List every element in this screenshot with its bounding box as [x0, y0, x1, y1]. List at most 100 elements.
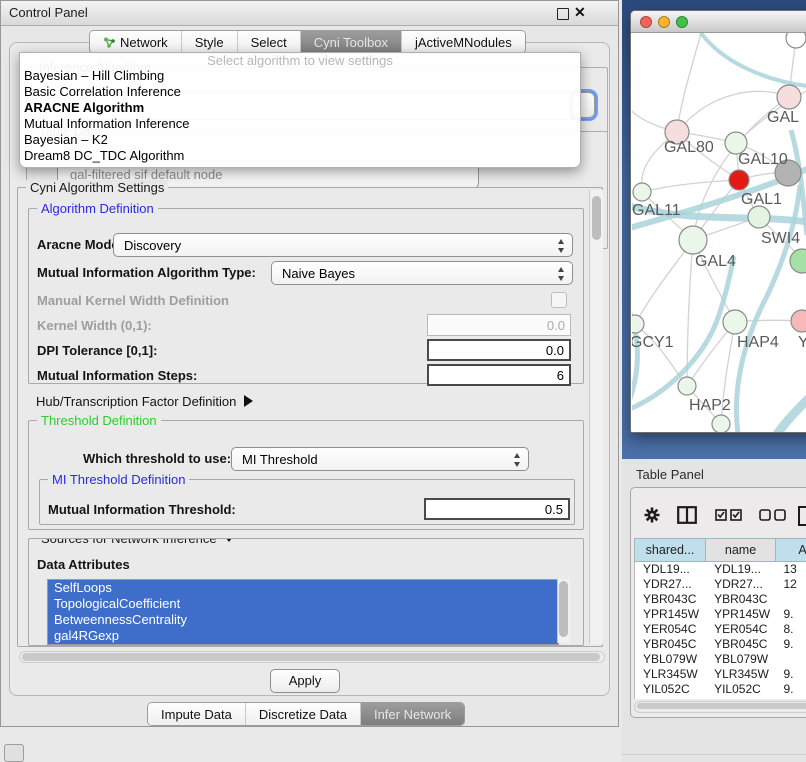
manual-kernel-checkbox[interactable] [551, 292, 567, 308]
scrollbar-thumb[interactable] [592, 196, 601, 240]
combo-arrows-icon [557, 267, 565, 281]
table-cell: YPR145W [706, 607, 775, 622]
network-node-swi4[interactable] [748, 206, 770, 228]
algorithm-option-bayesian-k2[interactable]: Bayesian – K2 [20, 132, 580, 148]
minimize-traffic-light-icon[interactable] [658, 16, 670, 28]
expand-right-icon[interactable] [244, 395, 253, 407]
tab-style[interactable]: Style [181, 31, 237, 53]
table-cell: YLR345W [706, 667, 775, 682]
network-edge[interactable] [635, 240, 693, 324]
table-row[interactable]: YBL079WYBL079W [635, 652, 806, 667]
attribute-item-gal4rgexp[interactable]: gal4RGexp [48, 628, 558, 644]
table-cell: YBL079W [706, 652, 775, 667]
network-node-hap2[interactable] [678, 377, 696, 395]
table-row[interactable]: YBR045CYBR045C9. [635, 637, 806, 652]
algorithm-option-mutual-information-inference[interactable]: Mutual Information Inference [20, 116, 580, 132]
tab-infer-network[interactable]: Infer Network [360, 703, 464, 725]
scrollbar-thumb[interactable] [22, 653, 600, 661]
tab-label: Style [195, 35, 224, 50]
attributes-scrollbar[interactable] [557, 579, 570, 643]
document-icon[interactable] [797, 506, 806, 526]
table-row[interactable]: YIL052CYIL052C9. [635, 682, 806, 697]
table-row[interactable]: YER054CYER054C8. [635, 622, 806, 637]
algorithm-option-aracne-algorithm[interactable]: ARACNE Algorithm [20, 100, 580, 116]
collapse-down-icon[interactable] [223, 538, 235, 542]
network-node-gal4[interactable] [679, 226, 707, 254]
network-view-window[interactable]: GALGAL80GAL10GAL1GAL11SWI4GAL4GCY1HAP4YH… [630, 10, 806, 433]
table-row[interactable]: YDR27...YDR27...12 [635, 577, 806, 592]
table-row[interactable]: YPR145WYPR145W9. [635, 607, 806, 622]
table-row[interactable]: YLR345WYLR345W9. [635, 667, 806, 682]
data-attributes-label: Data Attributes [37, 557, 130, 572]
network-graph[interactable]: GALGAL80GAL10GAL1GAL11SWI4GAL4GCY1HAP4YH… [632, 33, 806, 432]
select-all-icon[interactable] [715, 509, 743, 521]
network-node-gal11[interactable] [633, 183, 651, 201]
network-edge[interactable] [677, 33, 701, 132]
combo-arrows-icon [557, 239, 565, 253]
tab-impute-data[interactable]: Impute Data [148, 703, 245, 725]
network-node-gal[interactable] [777, 85, 801, 109]
table-row[interactable]: YBR043CYBR043C [635, 592, 806, 607]
mi-threshold-field[interactable] [424, 498, 570, 520]
data-attributes-list[interactable]: SelfLoopsTopologicalCoefficientBetweenne… [47, 579, 559, 645]
aracne-mode-combobox[interactable]: Discovery [113, 233, 573, 257]
network-node-y[interactable] [791, 310, 806, 332]
apply-button[interactable]: Apply [270, 669, 340, 693]
mi-steps-field[interactable] [427, 364, 571, 386]
table-row[interactable]: YDL19...YDL19...13 [635, 562, 806, 577]
control-panel-window: Control Panel ✕ Inference Algorithm Tabl… [0, 0, 619, 727]
column-header-a[interactable]: A [776, 538, 806, 562]
column-header-name[interactable]: name [706, 538, 776, 562]
float-window-icon[interactable] [557, 8, 569, 20]
network-canvas[interactable]: GALGAL80GAL10GAL1GAL11SWI4GAL4GCY1HAP4YH… [632, 33, 806, 432]
close-traffic-light-icon[interactable] [640, 16, 652, 28]
network-node-hap4[interactable] [723, 310, 747, 334]
table-cell: YDL19... [706, 562, 775, 577]
network-node[interactable] [786, 33, 806, 48]
network-edge-highlighted[interactable] [632, 296, 637, 412]
mi-type-combobox[interactable]: Naive Bayes [271, 261, 573, 285]
dpi-tolerance-field[interactable] [427, 339, 571, 361]
scrollbar-thumb[interactable] [559, 581, 568, 637]
algorithm-option-bayesian-hill-climbing[interactable]: Bayesian – Hill Climbing [20, 68, 580, 84]
network-node[interactable] [790, 249, 806, 273]
which-threshold-combobox[interactable]: MI Threshold [231, 447, 529, 471]
table-cell: YBR043C [635, 592, 706, 607]
algorithm-option-dream8-dc-tdc-algorithm[interactable]: Dream8 DC_TDC Algorithm [20, 148, 580, 164]
algorithm-option-basic-correlation-inference[interactable]: Basic Correlation Inference [20, 84, 580, 100]
tab-discretize-data[interactable]: Discretize Data [245, 703, 360, 725]
attribute-item-betweennesscentrality[interactable]: BetweennessCentrality [48, 612, 558, 628]
minimized-panel-icon[interactable] [4, 744, 24, 762]
algorithm-definition-title: Algorithm Definition [37, 201, 158, 216]
network-window-titlebar[interactable] [631, 11, 806, 33]
gear-icon[interactable] [643, 506, 661, 524]
manual-kernel-label: Manual Kernel Width Definition [37, 293, 229, 308]
deselect-all-icon[interactable] [759, 509, 787, 521]
network-node-gcy1[interactable] [632, 315, 644, 333]
close-icon[interactable]: ✕ [574, 4, 586, 21]
network-edge-highlighted[interactable] [777, 398, 806, 432]
scrollbar-thumb[interactable] [637, 703, 806, 709]
control-panel-titlebar[interactable]: Control Panel ✕ [1, 1, 618, 26]
table-cell: YDL19... [635, 562, 706, 577]
network-node-gal1[interactable] [729, 170, 749, 190]
hub-definition-toggle[interactable]: Hub/Transcription Factor Definition [36, 394, 253, 409]
attribute-item-topologicalcoefficient[interactable]: TopologicalCoefficient [48, 596, 558, 612]
attribute-item-selfloops[interactable]: SelfLoops [48, 580, 558, 596]
network-node[interactable] [712, 415, 730, 432]
kernel-width-field[interactable] [427, 314, 571, 336]
tab-network[interactable]: Network [90, 31, 181, 53]
settings-hscrollbar[interactable] [19, 651, 605, 663]
zoom-traffic-light-icon[interactable] [676, 16, 688, 28]
table-cell: YPR145W [635, 607, 706, 622]
columns-icon[interactable] [677, 506, 697, 524]
tab-select[interactable]: Select [237, 31, 300, 53]
column-header-shared[interactable]: shared... [634, 538, 706, 562]
network-edge[interactable] [642, 180, 739, 192]
sources-group: Sources for Network Inference Data Attri… [28, 538, 584, 646]
tab-jactivemnodules[interactable]: jActiveMNodules [401, 31, 525, 53]
table-cell: YER054C [635, 622, 706, 637]
tab-cyni-toolbox[interactable]: Cyni Toolbox [300, 31, 401, 53]
table-hscrollbar[interactable] [634, 701, 806, 713]
settings-scrollbar[interactable] [589, 190, 603, 644]
